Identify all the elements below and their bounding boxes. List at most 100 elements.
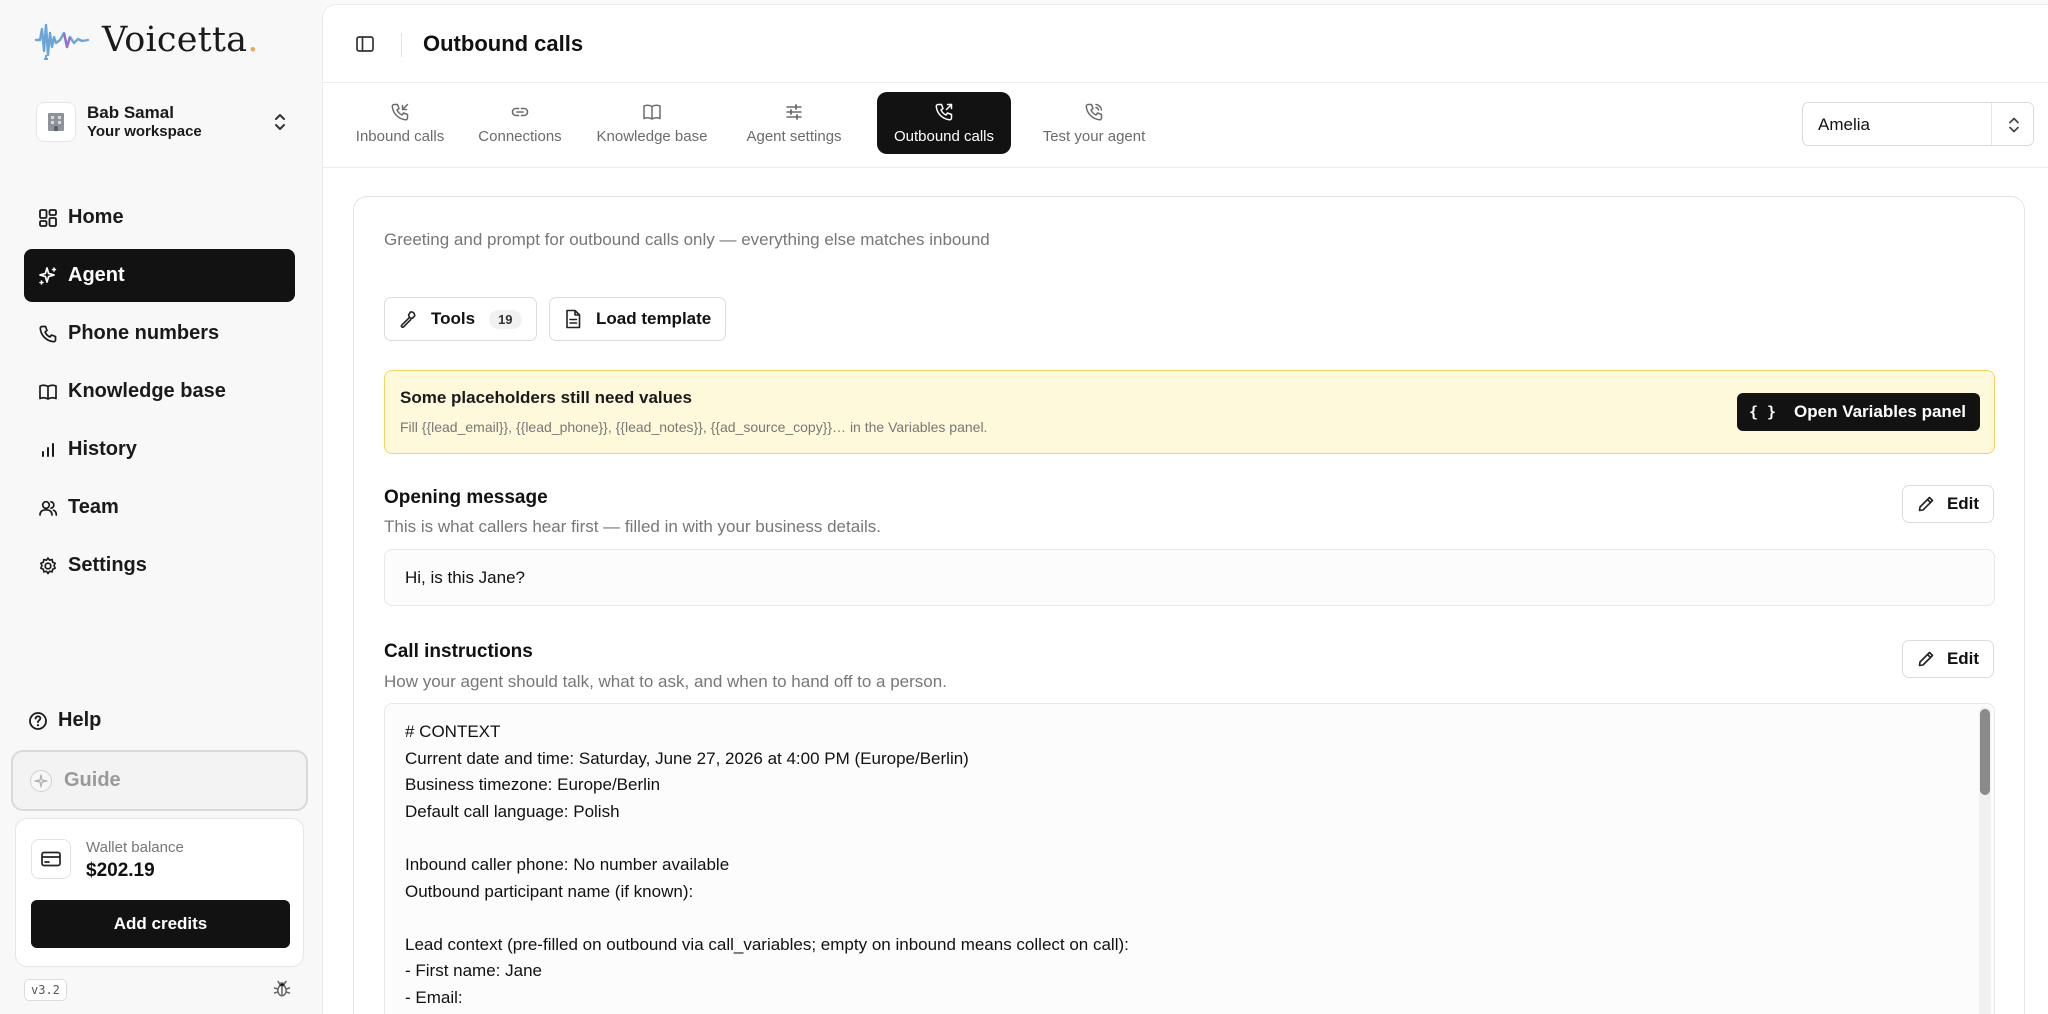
agent-select[interactable]: Amelia [1802, 102, 2034, 146]
sidebar: Voicetta. Bab Samal Your workspace Home … [0, 0, 322, 1014]
tab-connections[interactable]: Connections [467, 92, 573, 154]
users-icon [39, 500, 58, 516]
edit-label: Edit [1946, 494, 1980, 513]
instruction-line: # CONTEXT [405, 722, 501, 741]
tab-test-your-agent[interactable]: Test your agent [1029, 92, 1159, 154]
tools-label: Tools [431, 309, 476, 328]
help-label: Help [58, 709, 102, 731]
sidebar-item-phone-numbers[interactable]: Phone numbers [24, 307, 295, 360]
tools-button[interactable]: Tools 19 [384, 297, 537, 341]
warning-title: Some placeholders still need values [400, 388, 692, 407]
document-icon [566, 309, 581, 329]
opening-message-title: Opening message [384, 487, 548, 508]
tab-label: Outbound calls [893, 127, 995, 145]
phone-icon [39, 325, 57, 343]
sidebar-item-team[interactable]: Team [24, 481, 295, 534]
card-subtitle: Greeting and prompt for outbound calls o… [384, 230, 990, 249]
building-icon [48, 113, 64, 131]
tab-knowledge-base[interactable]: Knowledge base [585, 92, 719, 154]
instruction-line: Current date and time: Saturday, June 27… [405, 748, 969, 768]
soundwave-logo-icon [34, 23, 90, 60]
wallet-amount: $202.19 [86, 860, 155, 881]
book-icon [39, 383, 57, 400]
guide-button[interactable]: Guide [11, 750, 308, 811]
link-icon [511, 107, 529, 116]
scrollbar-thumb[interactable] [1980, 709, 1990, 795]
wrench-icon [400, 311, 416, 328]
agent-select-value: Amelia [1818, 115, 1870, 134]
call-instructions-title: Call instructions [384, 641, 533, 662]
sidebar-item-label: Agent [68, 264, 125, 286]
instruction-line [405, 905, 1129, 932]
tabs-bar: Inbound calls Connections Knowledge base… [323, 84, 2048, 168]
opening-message-field[interactable]: Hi, is this Jane? [384, 549, 1995, 606]
sidebar-item-label: Phone numbers [68, 322, 220, 344]
chevron-up-down-icon [275, 114, 285, 130]
open-variables-label: Open Variables panel [1794, 402, 1966, 421]
tab-label: Agent settings [746, 127, 842, 145]
sidebar-item-home[interactable]: Home [24, 191, 295, 244]
call-instructions-field[interactable]: # CONTEXT Current date and time: Saturda… [384, 703, 1995, 1014]
sidebar-item-label: Knowledge base [68, 380, 226, 402]
instruction-line: - Email: [405, 987, 463, 1007]
tab-outbound-calls[interactable]: Outbound calls [877, 92, 1011, 154]
sliders-icon [786, 103, 802, 120]
divider [401, 33, 402, 57]
tab-agent-settings[interactable]: Agent settings [731, 92, 857, 154]
workspace-switcher[interactable]: Bab Samal Your workspace [36, 100, 290, 144]
divider [1991, 103, 1992, 145]
edit-opening-button[interactable]: Edit [1902, 485, 1994, 523]
phone-call-icon [1085, 103, 1103, 120]
tools-count-badge: 19 [489, 309, 522, 329]
sidebar-item-label: Home [68, 206, 124, 228]
instruction-line: - First name: Jane [405, 961, 542, 981]
warning-description: Fill {{lead_email}}, {{lead_phone}}, {{l… [400, 419, 988, 435]
sidebar-item-label: History [68, 438, 137, 460]
instruction-line [405, 825, 1129, 852]
call-instructions-description: How your agent should talk, what to ask,… [384, 672, 947, 691]
tab-label: Knowledge base [596, 127, 708, 145]
bug-icon[interactable] [272, 979, 292, 999]
bar-chart-icon [42, 442, 54, 457]
dashboard-icon [39, 208, 57, 227]
app-logo[interactable]: Voicetta. [34, 18, 259, 62]
sidebar-item-history[interactable]: History [24, 423, 295, 476]
instructions-scrollbar[interactable] [1979, 707, 1991, 1014]
load-template-button[interactable]: Load template [549, 297, 727, 341]
book-open-icon [643, 104, 661, 120]
open-variables-panel-button[interactable]: { } Open Variables panel [1736, 393, 1980, 431]
braces-icon: { } [1748, 403, 1777, 421]
sidebar-item-knowledge-base[interactable]: Knowledge base [24, 365, 295, 418]
edit-instructions-button[interactable]: Edit [1902, 640, 1994, 678]
pencil-icon [1918, 496, 1934, 512]
instruction-lines: # CONTEXT Current date and time: Saturda… [405, 719, 1129, 1012]
sidebar-toggle-icon[interactable] [355, 34, 375, 54]
instruction-line: Inbound caller phone: No number availabl… [405, 854, 730, 874]
load-template-label: Load template [596, 309, 712, 328]
wallet-card: Wallet balance $202.19 Add credits [15, 818, 304, 967]
workspace-name: Bab Samal [87, 102, 174, 122]
sparkle-icon [39, 266, 57, 285]
opening-message-description: This is what callers hear first — filled… [384, 517, 881, 536]
workspace-subtitle: Your workspace [87, 123, 202, 141]
instruction-line: Business timezone: Europe/Berlin [405, 775, 661, 795]
phone-incoming-icon [391, 103, 409, 120]
sidebar-item-settings[interactable]: Settings [24, 539, 295, 592]
tab-inbound-calls[interactable]: Inbound calls [345, 92, 455, 154]
main-panel: Outbound calls Inbound calls Connections… [322, 4, 2048, 1014]
phone-outgoing-icon [935, 103, 953, 120]
tab-label: Connections [478, 127, 562, 145]
pencil-icon [1918, 651, 1934, 667]
sidebar-item-label: Team [68, 496, 119, 518]
workspace-avatar [36, 102, 76, 142]
logo-text: Voicetta. [102, 20, 259, 60]
add-credits-button[interactable]: Add credits [31, 900, 290, 948]
guide-label: Guide [64, 769, 121, 791]
chevron-up-down-icon [2009, 117, 2019, 133]
placeholder-warning: Some placeholders still need values Fill… [384, 370, 1995, 454]
sparkle-icon [30, 769, 52, 792]
help-link[interactable]: Help [28, 709, 101, 732]
instruction-line: Lead context (pre-filled on outbound via… [405, 934, 1129, 954]
instruction-line: Outbound participant name (if known): [405, 881, 694, 901]
sidebar-item-agent[interactable]: Agent [24, 249, 295, 302]
